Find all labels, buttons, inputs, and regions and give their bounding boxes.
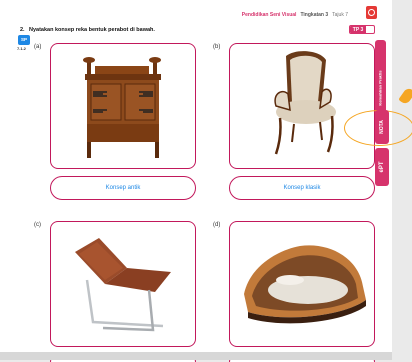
item-a-label: (a) bbox=[34, 44, 42, 50]
futuristic-bed-image bbox=[244, 245, 366, 324]
subject-title: Pendidikan Seni Visual bbox=[241, 12, 297, 18]
image-card-d bbox=[229, 221, 375, 347]
answer-field-b[interactable]: Konsep klasik bbox=[229, 176, 375, 200]
topic-label: Tajuk 7 bbox=[332, 12, 348, 18]
antique-cabinet-image bbox=[83, 57, 161, 158]
arrow-icon bbox=[398, 86, 412, 106]
app-side-tab[interactable]: ePT bbox=[375, 148, 389, 186]
level-label: Tingkatan 3 bbox=[300, 12, 329, 18]
pdf-icon[interactable] bbox=[366, 6, 377, 19]
competency-tab-label: Kemahiran Praktis bbox=[377, 69, 383, 106]
tp-badge: TP 3 bbox=[349, 25, 375, 34]
tp-badge-label: TP 3 bbox=[350, 26, 366, 33]
sp-icon: SP bbox=[18, 35, 30, 45]
page-header: Pendidikan Seni Visual Tingkatan 3 Tajuk 7 bbox=[242, 12, 348, 18]
app-tab-label: ePT bbox=[379, 161, 385, 173]
item-c-label: (c) bbox=[34, 222, 41, 228]
image-card-b bbox=[229, 43, 375, 169]
item-b-label: (b) bbox=[213, 44, 221, 50]
nota-tab-label: NOTA bbox=[379, 120, 385, 134]
question-text: Nyatakan konsep reka bentuk perabot di b… bbox=[29, 27, 155, 33]
item-d-label: (d) bbox=[213, 222, 221, 228]
answer-field-a[interactable]: Konsep antik bbox=[50, 176, 196, 200]
image-card-a bbox=[50, 43, 196, 169]
image-card-c bbox=[50, 221, 196, 347]
page-bottom-strip bbox=[0, 352, 392, 360]
sp-code: 7.1.2 bbox=[17, 46, 26, 51]
nota-side-tab[interactable]: NOTA bbox=[375, 110, 389, 144]
question-number: 2. bbox=[20, 27, 25, 33]
classic-armchair-image bbox=[274, 51, 336, 155]
worksheet-page: Pendidikan Seni Visual Tingkatan 3 Tajuk 7… bbox=[0, 0, 412, 362]
modern-chair-image bbox=[75, 238, 171, 332]
